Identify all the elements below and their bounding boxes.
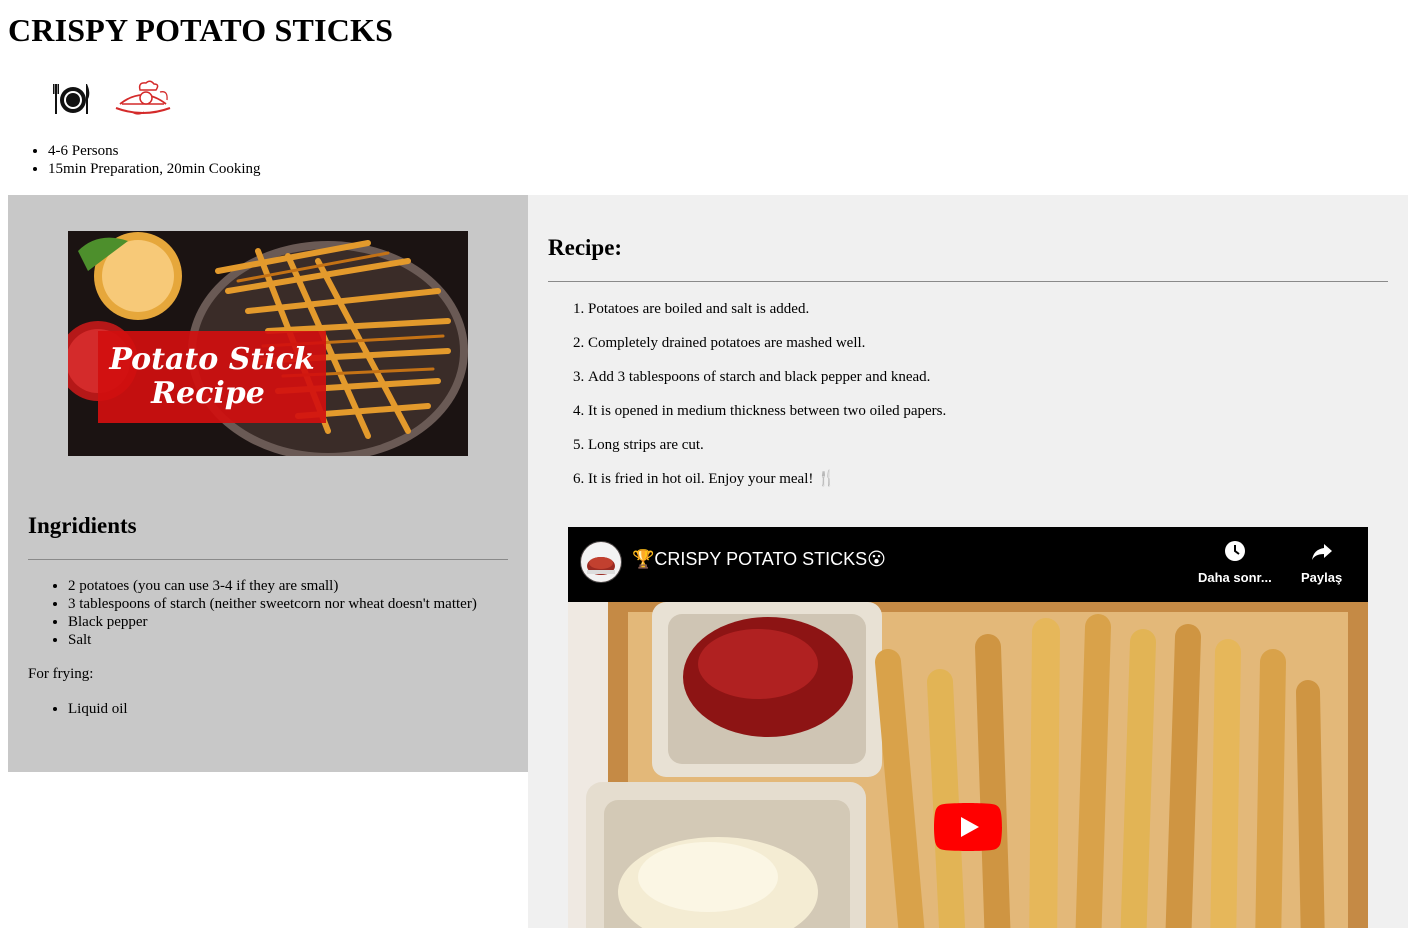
watch-later-button[interactable]: Daha sonr... [1198,539,1272,585]
ingredients-panel: Potato Stick Recipe Ingridients 2 potato… [8,195,528,772]
servings-item: 4-6 Persons [48,142,260,160]
ingredients-heading: Ingridients [28,513,137,538]
video-header: 🏆CRISPY POTATO STICKS😮 Daha sonr... Payl… [568,527,1368,602]
recipe-meta-list: 4-6 Persons 15min Preparation, 20min Coo… [28,142,260,178]
ingredient-item: 3 tablespoons of starch (neither sweetco… [68,595,477,613]
recipe-icons [52,78,172,125]
recipe-divider [548,281,1388,282]
video-title[interactable]: 🏆CRISPY POTATO STICKS😮 [632,549,886,570]
share-button[interactable]: Paylaş [1301,539,1342,585]
recipe-page: CRISPY POTATO STICKS • 4-6 Persons • 15m… [0,0,1416,928]
frying-item: Liquid oil [68,700,128,718]
page-title: CRISPY POTATO STICKS [8,12,394,48]
watch-later-label: Daha sonr... [1198,570,1272,585]
recipe-steps: Potatoes are boiled and salt is added. C… [568,300,946,504]
recipe-step: Potatoes are boiled and salt is added. [588,300,946,318]
plate-icon [52,79,92,124]
clock-icon [1223,541,1247,566]
share-icon [1310,544,1334,566]
ingredient-item: 2 potatoes (you can use 3-4 if they are … [68,577,477,595]
ingredients-list: 2 potatoes (you can use 3-4 if they are … [48,577,477,649]
time-item: 15min Preparation, 20min Cooking [48,160,260,178]
recipe-panel: Recipe: Potatoes are boiled and salt is … [528,195,1408,928]
recipe-thumbnail: Potato Stick Recipe [58,231,468,461]
play-icon[interactable] [934,803,1002,851]
ingredient-item: Salt [68,631,477,649]
recipe-step: Completely drained potatoes are mashed w… [588,334,946,352]
recipe-step: Add 3 tablespoons of starch and black pe… [588,368,946,386]
chef-icon [114,78,172,125]
ingredients-divider [28,559,508,560]
recipe-step: Long strips are cut. [588,436,946,454]
youtube-embed[interactable]: 🏆CRISPY POTATO STICKS😮 Daha sonr... Payl… [568,527,1368,928]
thumbnail-text-1: Potato Stick [108,342,314,377]
ingredient-item: Black pepper [68,613,477,631]
thumbnail-text-2: Recipe [150,376,265,411]
recipe-heading: Recipe: [548,235,623,260]
frying-list: Liquid oil [48,700,128,718]
video-thumbnail[interactable] [568,602,1368,928]
share-label: Paylaş [1301,570,1343,585]
recipe-step: It is fried in hot oil. Enjoy your meal!… [588,470,946,488]
recipe-step: It is opened in medium thickness between… [588,402,946,420]
channel-avatar[interactable] [580,541,622,583]
frying-label: For frying: [28,666,94,682]
